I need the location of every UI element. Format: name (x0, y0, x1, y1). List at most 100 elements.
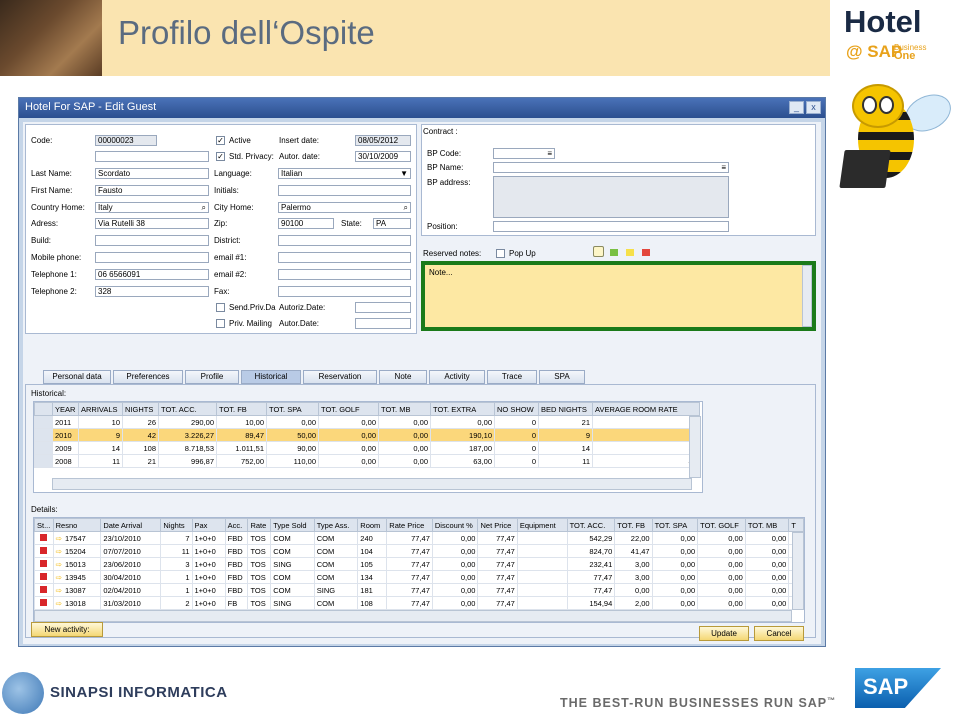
tab-note[interactable]: Note (379, 370, 427, 384)
column-header[interactable]: NO SHOW (494, 402, 539, 416)
district-field[interactable] (278, 235, 411, 246)
tab-activity[interactable]: Activity (429, 370, 485, 384)
column-header[interactable]: T (788, 518, 804, 532)
bp-name-field[interactable]: ≡ (493, 162, 729, 173)
column-header[interactable]: TOT. MB (378, 402, 431, 416)
email2-field[interactable] (278, 269, 411, 280)
reserved-notes-textarea[interactable]: Note... (421, 261, 816, 331)
tel1-field[interactable]: 06 6566091 (95, 269, 209, 280)
column-header[interactable]: BED NIGHTS (538, 402, 593, 416)
column-header[interactable]: Equipment (516, 518, 568, 532)
email1-field[interactable] (278, 252, 411, 263)
table-row[interactable]: ⇨ 13018 31/03/2010 2 1+0+0 FB TOS SING COM 108 77,… (34, 596, 804, 610)
note-color-picker[interactable] (593, 246, 604, 257)
position-field[interactable] (493, 221, 729, 232)
tab-spa[interactable]: SPA (539, 370, 585, 384)
initials-field[interactable] (278, 185, 411, 196)
fax-field[interactable] (278, 286, 411, 297)
tel2-field[interactable]: 328 (95, 286, 209, 297)
column-header[interactable]: Room (357, 518, 388, 532)
historical-horizontal-scrollbar[interactable] (52, 478, 692, 490)
column-header[interactable]: St... (34, 518, 54, 532)
column-header[interactable]: TOT. FB (614, 518, 653, 532)
link-arrow-icon[interactable]: ⇨ (56, 560, 62, 569)
color-swatch-yellow[interactable] (626, 249, 634, 256)
table-row[interactable]: ⇨ 13087 02/04/2010 1 1+0+0 FBD TOS COM SING 181 77… (34, 583, 804, 597)
column-header[interactable]: TOT. GOLF (697, 518, 746, 532)
column-header[interactable]: Resno (52, 518, 102, 532)
table-row-selected[interactable]: 2010 9 42 3.226,27 89,47 50,00 0,00 0,00 190,10 0… (34, 428, 700, 442)
color-swatch-green[interactable] (610, 249, 618, 256)
new-activity-button[interactable]: New activity: (31, 622, 103, 637)
column-header[interactable]: TOT. ACC. (158, 402, 217, 416)
active-checkbox[interactable]: ✓ (216, 136, 225, 145)
search-icon[interactable]: ⌕ (404, 203, 408, 212)
column-header[interactable]: TOT. FB (216, 402, 267, 416)
column-header[interactable]: TOT. ACC. (566, 518, 616, 532)
address-field[interactable]: Via Rutelli 38 (95, 218, 209, 229)
column-header[interactable]: TOT. MB (744, 518, 790, 532)
search-icon[interactable]: ⌕ (202, 203, 206, 212)
language-select[interactable]: Italian ▼ (278, 168, 411, 179)
popup-checkbox[interactable] (496, 249, 505, 258)
column-header[interactable]: Rate (247, 518, 272, 532)
send-priv-checkbox[interactable] (216, 303, 225, 312)
table-row[interactable]: 20111026290,0010,000,000,000,000,0002111 (34, 415, 700, 429)
autor-date2-field[interactable] (355, 318, 411, 329)
row-selector[interactable] (34, 428, 53, 442)
mobile-field[interactable] (95, 252, 209, 263)
table-row[interactable]: ⇨ 17547 23/10/2010 7 1+0+0 FBD TOS COM COM 240 77,… (34, 531, 804, 545)
autoriz-date-field[interactable] (355, 302, 411, 313)
lookup-icon[interactable]: ≡ (721, 163, 726, 172)
zip-field[interactable]: 90100 (278, 218, 334, 229)
table-row[interactable]: ⇨ 13945 30/04/2010 1 1+0+0 FBD TOS COM COM 134 77,… (34, 570, 804, 584)
column-header[interactable]: ARRIVALS (78, 402, 123, 416)
column-header[interactable]: Discount % (431, 518, 479, 532)
country-field[interactable]: Italy ⌕ (95, 202, 209, 213)
column-header[interactable]: TOT. GOLF (318, 402, 379, 416)
last-name-field[interactable]: Scordato (95, 168, 209, 179)
column-header[interactable]: NIGHTS (122, 402, 159, 416)
tab-trace[interactable]: Trace (487, 370, 537, 384)
column-header[interactable]: TOT. SPA (266, 402, 319, 416)
bp-address-field[interactable] (493, 176, 729, 218)
update-button[interactable]: Update (699, 626, 749, 641)
bp-code-field[interactable]: ≡ (493, 148, 555, 159)
tab-reservation[interactable]: Reservation (303, 370, 377, 384)
tab-personal-data[interactable]: Personal data (43, 370, 111, 384)
column-header[interactable]: TOT. SPA (651, 518, 699, 532)
row-selector[interactable] (34, 441, 53, 455)
details-vertical-scrollbar[interactable] (792, 532, 804, 610)
link-arrow-icon[interactable]: ⇨ (56, 534, 62, 543)
tab-historical[interactable]: Historical (241, 370, 301, 384)
column-header[interactable]: YEAR (52, 402, 79, 416)
column-header[interactable]: AVERAGE ROOM RATE (592, 402, 700, 416)
cancel-button[interactable]: Cancel (754, 626, 804, 641)
minimize-button[interactable]: _ (789, 101, 804, 114)
link-arrow-icon[interactable]: ⇨ (56, 586, 62, 595)
color-swatch-red[interactable] (642, 249, 650, 256)
column-header[interactable]: Nights (160, 518, 193, 532)
table-row[interactable]: ⇨ 15013 23/06/2010 3 1+0+0 FBD TOS SING COM 105 77… (34, 557, 804, 571)
state-field[interactable]: PA (373, 218, 411, 229)
tab-preferences[interactable]: Preferences (113, 370, 183, 384)
priv-mailing-checkbox[interactable] (216, 319, 225, 328)
details-horizontal-scrollbar[interactable] (34, 610, 792, 622)
city-field[interactable]: Palermo ⌕ (278, 202, 411, 213)
code-field[interactable]: 00000023 (95, 135, 157, 146)
column-header[interactable]: Rate Price (386, 518, 433, 532)
row-selector[interactable] (34, 415, 53, 429)
historical-vertical-scrollbar[interactable] (689, 416, 701, 478)
code-extra-field[interactable] (95, 151, 209, 162)
link-arrow-icon[interactable]: ⇨ (56, 573, 62, 582)
row-selector[interactable] (34, 454, 53, 468)
close-button[interactable]: x (806, 101, 821, 114)
table-row[interactable]: ⇨ 15204 07/07/2010 11 1+0+0 FBD TOS COM COM 104 77… (34, 544, 804, 558)
std-privacy-checkbox[interactable]: ✓ (216, 152, 225, 161)
column-header[interactable]: Net Price (477, 518, 518, 532)
tab-profile[interactable]: Profile (185, 370, 239, 384)
column-header[interactable]: Pax (191, 518, 226, 532)
first-name-field[interactable]: Fausto (95, 185, 209, 196)
table-row[interactable]: 2009 14 108 8.718,53 1.011,51 90,00 0,00 0,00 18… (34, 441, 700, 455)
lookup-icon[interactable]: ≡ (547, 149, 552, 158)
